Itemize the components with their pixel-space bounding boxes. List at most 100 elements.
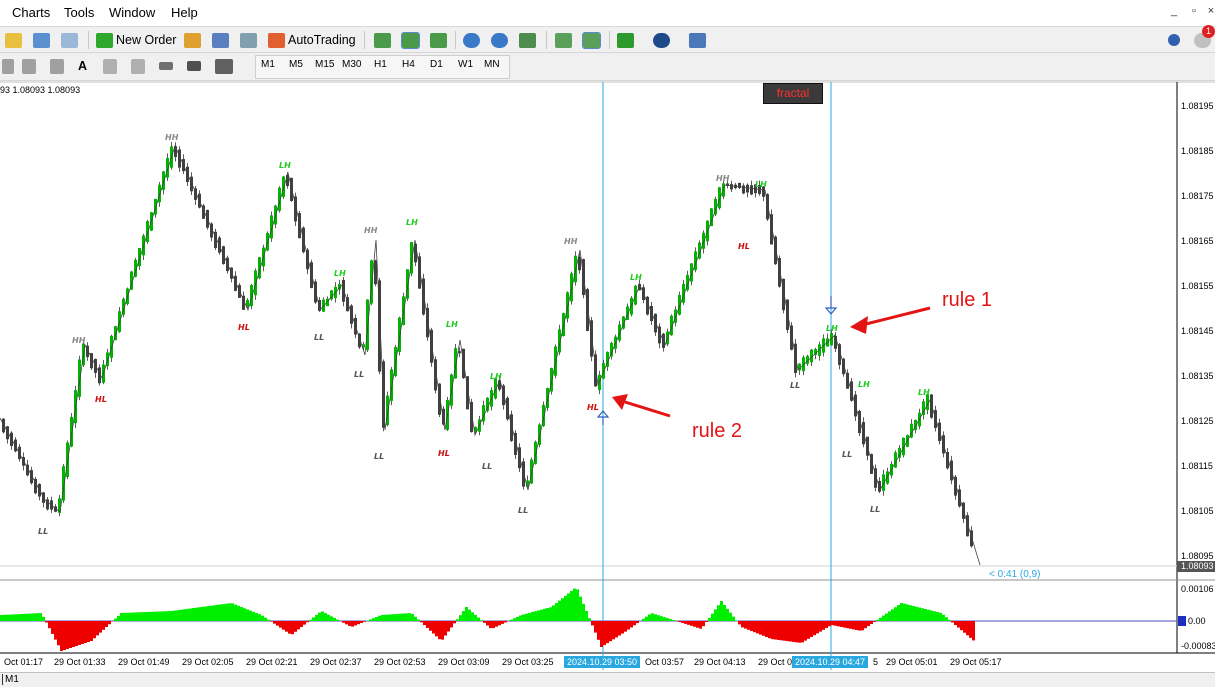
- oscillator-bar: [153, 612, 156, 621]
- oscillator-histogram: [0, 589, 975, 651]
- oscillator-bar: [165, 611, 168, 621]
- oscillator-bar: [87, 621, 90, 642]
- oscillator-bar: [768, 621, 771, 638]
- swing-tag: LL: [870, 505, 880, 514]
- oscillator-bar: [486, 621, 489, 625]
- oscillator-bar: [60, 621, 63, 651]
- oscillator-bar: [825, 621, 828, 628]
- rule1-arrow-shaft: [862, 308, 930, 325]
- oscillator-bar: [336, 620, 339, 621]
- oscillator-bar: [480, 620, 483, 621]
- oscillator-bar: [372, 618, 375, 621]
- oscillator-bar: [708, 618, 711, 621]
- oscillator-bar: [453, 621, 456, 623]
- oscillator-bar: [360, 621, 363, 623]
- swing-tag: LL: [842, 450, 852, 459]
- oscillator-bar: [207, 606, 210, 621]
- oscillator-bar: [942, 615, 945, 621]
- oscillator-bar: [402, 614, 405, 621]
- oscillator-bar: [858, 621, 861, 631]
- oscillator-bar: [147, 612, 150, 621]
- oscillator-bar: [222, 604, 225, 621]
- oscillator-bar: [375, 617, 378, 621]
- oscillator-bar: [258, 614, 261, 621]
- oscillator-bar: [918, 608, 921, 622]
- oscillator-bar: [198, 607, 201, 621]
- fractal-button[interactable]: fractal: [763, 83, 823, 104]
- oscillator-bar: [378, 616, 381, 621]
- swing-tag: HH: [72, 336, 85, 345]
- oscillator-bar: [102, 621, 105, 630]
- oscillator-bar: [933, 611, 936, 621]
- oscillator-bar: [945, 617, 948, 621]
- oscillator-bar: [477, 618, 480, 621]
- time-label: 29 Oct 02:37: [310, 657, 362, 667]
- oscillator-bar: [510, 620, 513, 621]
- oscillator-bar: [660, 616, 663, 621]
- oscillator-bar: [855, 621, 858, 630]
- candle-body: [750, 185, 753, 194]
- oscillator-bar: [75, 621, 78, 646]
- oscillator-bar: [255, 613, 258, 621]
- candle-body: [746, 185, 749, 193]
- oscillator-bar: [795, 621, 798, 642]
- candle-body: [554, 346, 557, 375]
- oscillator-bar: [894, 607, 897, 621]
- oscillator-bar: [531, 612, 534, 621]
- oscillator-bar: [342, 621, 345, 623]
- swing-tag: LH: [630, 273, 642, 282]
- time-label: 5: [873, 657, 878, 667]
- oscillator-bar: [969, 621, 972, 638]
- swing-tag: LH: [755, 180, 767, 189]
- oscillator-bar: [306, 621, 309, 622]
- oscillator-bar: [123, 613, 126, 621]
- oscillator-bar: [540, 610, 543, 621]
- oscillator-bar: [948, 620, 951, 621]
- candle-body: [494, 379, 497, 399]
- rule1-arrowhead: [850, 316, 868, 334]
- oscillator-bar: [81, 621, 84, 644]
- oscillator-bar: [792, 621, 795, 642]
- oscillator-bar: [927, 610, 930, 621]
- oscillator-bar: [150, 612, 153, 621]
- oscillator-bar: [936, 612, 939, 621]
- price-chart-canvas[interactable]: [0, 0, 1215, 686]
- oscillator-bar: [0, 615, 3, 621]
- oscillator-bar: [225, 604, 228, 621]
- oscillator-bar: [279, 621, 282, 628]
- oscillator-bar: [492, 621, 495, 628]
- oscillator-level-label: -0.00083: [1181, 641, 1215, 651]
- swing-tag: HL: [587, 403, 599, 412]
- oscillator-bar: [276, 621, 279, 626]
- oscillator-bar: [837, 621, 840, 626]
- candle-body: [678, 295, 681, 315]
- oscillator-bar: [603, 621, 606, 645]
- swing-tag: HL: [738, 242, 750, 251]
- oscillator-bar: [21, 614, 24, 621]
- time-label: Oct 01:17: [4, 657, 43, 667]
- oscillator-bar: [591, 621, 594, 625]
- oscillator-bar: [681, 621, 684, 623]
- time-label: 29 Oct 0: [758, 657, 792, 667]
- oscillator-bar: [654, 614, 657, 621]
- oscillator-bar: [657, 615, 660, 621]
- oscillator-bar: [48, 621, 51, 628]
- oscillator-bar: [3, 615, 6, 621]
- oscillator-bar: [99, 621, 102, 633]
- oscillator-bar: [39, 613, 42, 621]
- oscillator-bar: [789, 621, 792, 642]
- oscillator-bar: [96, 621, 99, 635]
- chart-tab[interactable]: M1: [2, 674, 19, 685]
- oscillator-bar: [702, 621, 705, 626]
- oscillator-bar: [966, 621, 969, 635]
- oscillator-bar: [627, 621, 630, 630]
- oscillator-bar: [93, 621, 96, 638]
- price-label: 1.08165: [1181, 236, 1214, 246]
- oscillator-bar: [273, 621, 276, 624]
- oscillator-bar: [528, 613, 531, 621]
- oscillator-bar: [69, 621, 72, 648]
- oscillator-bar: [159, 611, 162, 621]
- oscillator-bar: [426, 621, 429, 628]
- oscillator-bar: [756, 621, 759, 633]
- oscillator-level-label: 0.00: [1188, 616, 1206, 626]
